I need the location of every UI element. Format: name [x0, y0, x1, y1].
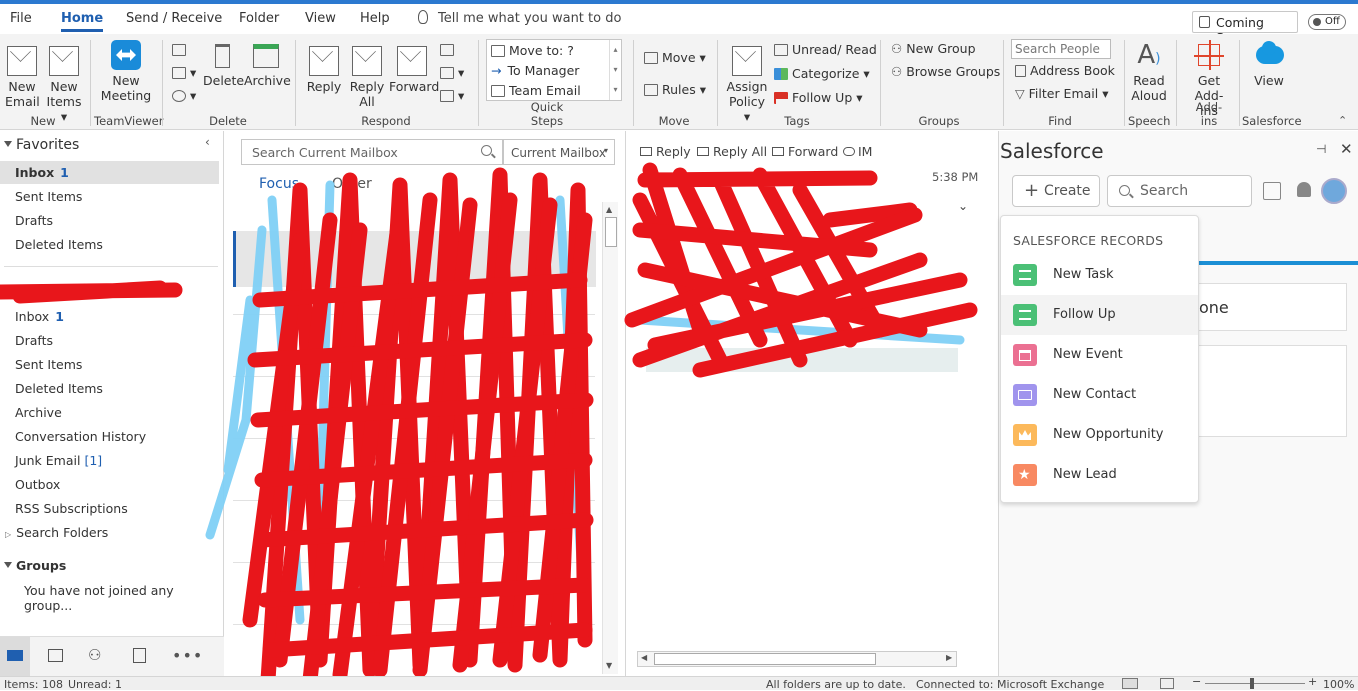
zoom-level: 100%	[1323, 678, 1355, 691]
zoom-slider[interactable]	[1205, 683, 1305, 684]
reading-view-icon[interactable]	[1160, 678, 1174, 689]
normal-view-icon[interactable]	[1122, 678, 1138, 689]
redaction-red	[0, 162, 978, 688]
status-bar: Items: 108 Unread: 1 All folders are up …	[0, 675, 1358, 691]
zoom-thumb[interactable]	[1250, 678, 1254, 689]
zoom-in-icon[interactable]: +	[1308, 675, 1317, 688]
status-connected: Connected to: Microsoft Exchange	[916, 678, 1105, 691]
redaction-scribbles	[0, 162, 978, 688]
zoom-out-icon[interactable]: −	[1192, 675, 1201, 688]
status-items: Items: 108	[4, 678, 63, 691]
status-unread: Unread: 1	[68, 678, 122, 691]
status-up-to-date: All folders are up to date.	[766, 678, 906, 691]
